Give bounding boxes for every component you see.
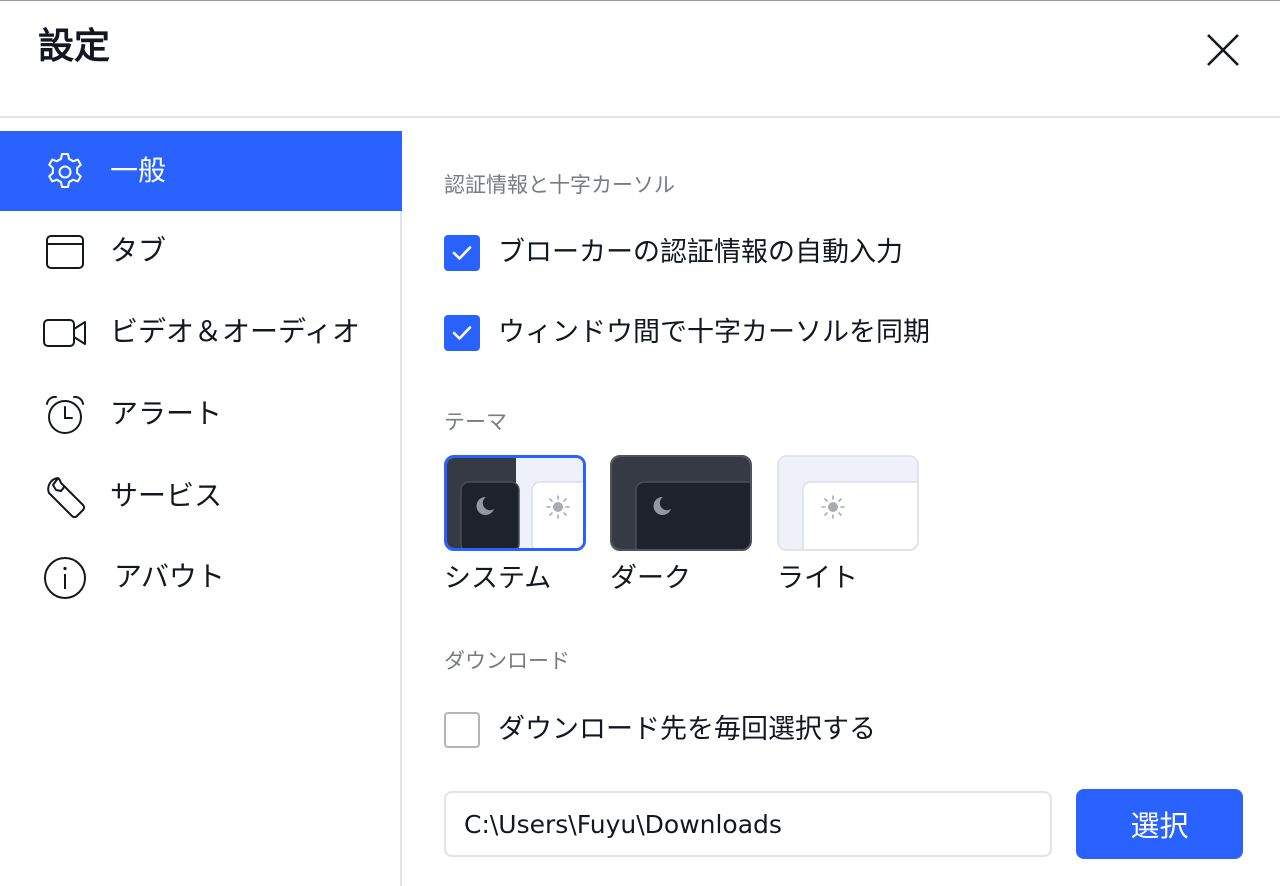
theme-option-light[interactable] — [777, 455, 919, 551]
sync-crosshair-checkbox[interactable] — [444, 315, 480, 351]
general-settings-panel: 認証情報と十字カーソル ブローカーの認証情報の自動入力 ウィンドウ間で十字カーソ… — [404, 131, 1280, 886]
sidebar-item-label: 一般 — [110, 154, 167, 187]
select-folder-button[interactable]: 選択 — [1076, 789, 1243, 859]
auto-fill-credentials-label: ブローカーの認証情報の自動入力 — [498, 237, 903, 268]
ask-download-location-label: ダウンロード先を毎回選択する — [498, 714, 876, 745]
theme-option-dark[interactable] — [610, 455, 752, 551]
wrench-icon — [42, 474, 88, 520]
sidebar-item-video-audio[interactable]: ビデオ＆オーディオ — [0, 292, 402, 372]
sidebar-item-tabs[interactable]: タブ — [0, 211, 402, 291]
video-camera-icon — [42, 310, 88, 356]
section-title-credentials: 認証情報と十字カーソル — [444, 173, 675, 197]
settings-dialog: 設定 一般 タブ ビデオ＆オーディオ アラート サービス アバウト 認証情報と十… — [0, 0, 1280, 886]
sync-crosshair-option[interactable]: ウィンドウ間で十字カーソルを同期 — [444, 313, 930, 353]
auto-fill-credentials-option[interactable]: ブローカーの認証情報の自動入力 — [444, 233, 903, 273]
section-title-download: ダウンロード — [444, 649, 570, 673]
info-icon — [42, 555, 88, 601]
theme-option-system[interactable] — [444, 455, 586, 551]
system-theme-preview — [447, 458, 583, 548]
sidebar-item-label: サービス — [110, 479, 223, 512]
sidebar-item-services[interactable]: サービス — [0, 456, 402, 536]
download-path-input[interactable] — [444, 791, 1052, 857]
sidebar-item-general[interactable]: 一般 — [0, 131, 402, 211]
auto-fill-credentials-checkbox[interactable] — [444, 235, 480, 271]
window-icon — [42, 229, 88, 275]
sidebar-item-label: ビデオ＆オーディオ — [110, 315, 361, 348]
dialog-title: 設定 — [38, 26, 111, 67]
sidebar-item-label: アラート — [110, 397, 223, 430]
theme-label-dark: ダーク — [610, 563, 691, 594]
dark-theme-preview — [612, 457, 750, 549]
close-button[interactable] — [1198, 25, 1248, 75]
ask-download-location-option[interactable]: ダウンロード先を毎回選択する — [444, 710, 876, 750]
light-theme-preview — [779, 457, 917, 549]
sidebar-item-label: タブ — [110, 234, 167, 267]
theme-label-light: ライト — [777, 563, 858, 594]
sidebar-item-alerts[interactable]: アラート — [0, 374, 402, 454]
sync-crosshair-label: ウィンドウ間で十字カーソルを同期 — [498, 317, 930, 348]
sidebar-item-label: アバウト — [114, 560, 225, 593]
checkmark-icon — [452, 246, 472, 260]
close-icon — [1207, 34, 1239, 66]
gear-icon — [42, 149, 88, 195]
settings-sidebar: 一般 タブ ビデオ＆オーディオ アラート サービス アバウト — [0, 131, 402, 886]
sidebar-item-about[interactable]: アバウト — [0, 537, 402, 617]
ask-download-location-checkbox[interactable] — [444, 712, 480, 748]
theme-label-system: システム — [444, 563, 552, 594]
alarm-clock-icon — [42, 392, 88, 438]
dialog-header: 設定 — [0, 1, 1280, 118]
section-title-theme: テーマ — [444, 410, 507, 434]
checkmark-icon — [452, 326, 472, 340]
